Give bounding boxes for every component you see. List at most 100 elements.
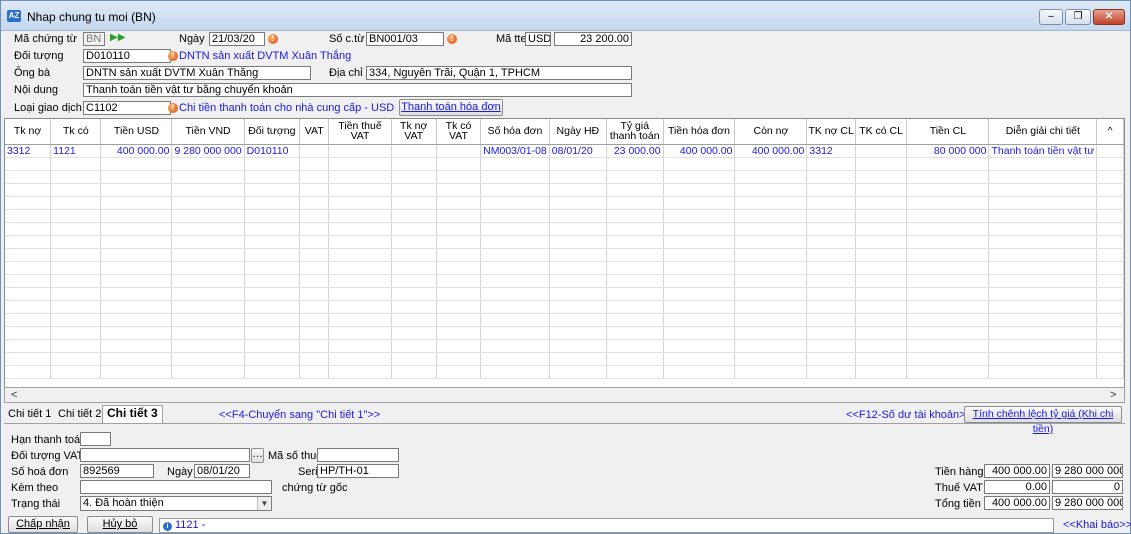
table-cell[interactable]: 3312 [806, 144, 856, 158]
ma-so-thue-field[interactable] [317, 448, 399, 462]
table-cell[interactable] [906, 339, 990, 353]
table-cell[interactable] [606, 157, 664, 171]
table-cell[interactable] [436, 313, 482, 327]
table-cell[interactable] [988, 157, 1098, 171]
table-cell[interactable] [328, 144, 392, 158]
table-row[interactable] [5, 157, 1124, 171]
table-cell[interactable] [855, 313, 908, 327]
table-cell[interactable] [328, 352, 392, 366]
table-cell[interactable] [480, 235, 550, 249]
table-cell[interactable] [734, 300, 808, 314]
table-cell[interactable] [806, 196, 856, 210]
tinh-chenh-lech-button[interactable]: Tính chênh lệch tỷ giá (Khi chi tiền) [964, 406, 1122, 435]
table-cell[interactable] [906, 248, 990, 262]
table-cell[interactable] [436, 235, 482, 249]
table-cell[interactable] [244, 261, 301, 275]
table-cell[interactable] [480, 274, 550, 288]
table-cell[interactable] [606, 313, 664, 327]
table-cell[interactable] [100, 326, 173, 340]
table-cell[interactable] [436, 352, 482, 366]
table-cell[interactable] [391, 287, 437, 301]
table-row[interactable] [5, 261, 1124, 275]
table-row[interactable] [5, 274, 1124, 288]
column-header[interactable]: VAT [299, 119, 330, 145]
table-cell[interactable] [171, 235, 245, 249]
table-cell[interactable] [436, 339, 482, 353]
table-cell[interactable] [606, 170, 664, 184]
table-cell[interactable] [100, 274, 173, 288]
table-cell[interactable] [328, 235, 392, 249]
table-cell[interactable] [663, 235, 736, 249]
next-arrow-icon[interactable]: ▶▶ [110, 32, 125, 43]
table-cell[interactable] [606, 365, 664, 379]
table-cell[interactable] [299, 157, 330, 171]
f12-link[interactable]: <<F12-Số dư tài khoản>> [846, 409, 972, 421]
table-cell[interactable] [549, 196, 607, 210]
table-cell[interactable] [480, 157, 550, 171]
table-cell[interactable] [1096, 196, 1124, 210]
table-cell[interactable] [480, 326, 550, 340]
table-cell[interactable] [549, 235, 607, 249]
table-cell[interactable] [1096, 274, 1124, 288]
table-cell[interactable] [480, 300, 550, 314]
table-cell[interactable] [906, 261, 990, 275]
table-cell[interactable] [734, 157, 808, 171]
table-cell[interactable] [299, 209, 330, 223]
table-row[interactable] [5, 183, 1124, 197]
column-header[interactable]: Tiền CL [906, 119, 990, 145]
table-cell[interactable] [171, 222, 245, 236]
table-cell[interactable] [1096, 209, 1124, 223]
tab-chi-tiet-3[interactable]: Chi tiết 3 [102, 405, 163, 424]
table-cell[interactable] [299, 300, 330, 314]
table-cell[interactable] [1096, 183, 1124, 197]
table-cell[interactable] [171, 339, 245, 353]
table-cell[interactable] [244, 365, 301, 379]
table-cell[interactable] [328, 183, 392, 197]
table-cell[interactable] [50, 209, 102, 223]
table-cell[interactable]: NM003/01-08 [480, 144, 550, 158]
table-cell[interactable] [100, 209, 173, 223]
table-cell[interactable] [299, 365, 330, 379]
table-cell[interactable] [299, 326, 330, 340]
table-cell[interactable] [1096, 313, 1124, 327]
table-cell[interactable] [606, 183, 664, 197]
thanh-toan-hoa-don-button[interactable]: Thanh toán hóa đơn [399, 99, 503, 116]
table-cell[interactable] [480, 248, 550, 262]
table-cell[interactable] [1096, 326, 1124, 340]
table-cell[interactable] [391, 352, 437, 366]
table-cell[interactable] [391, 339, 437, 353]
table-cell[interactable] [806, 352, 856, 366]
table-cell[interactable] [606, 300, 664, 314]
table-cell[interactable] [1096, 365, 1124, 379]
table-cell[interactable] [855, 339, 908, 353]
table-cell[interactable] [100, 235, 173, 249]
table-cell[interactable] [855, 365, 908, 379]
table-cell[interactable] [100, 183, 173, 197]
table-cell[interactable] [549, 339, 607, 353]
table-cell[interactable] [806, 313, 856, 327]
table-cell[interactable] [480, 313, 550, 327]
table-cell[interactable] [988, 235, 1098, 249]
table-cell[interactable] [806, 157, 856, 171]
table-cell[interactable] [549, 209, 607, 223]
detail-grid[interactable]: Tk nợ Tk có Tiền USD Tiền VND Đối tượng VAT Ti… [4, 118, 1125, 403]
table-cell[interactable] [328, 300, 392, 314]
table-cell[interactable] [100, 157, 173, 171]
table-cell[interactable] [5, 170, 52, 184]
table-cell[interactable] [244, 326, 301, 340]
table-cell[interactable] [50, 274, 102, 288]
table-cell[interactable] [50, 313, 102, 327]
table-cell[interactable] [299, 170, 330, 184]
table-cell[interactable] [855, 222, 908, 236]
table-cell[interactable] [663, 300, 736, 314]
table-cell[interactable] [549, 287, 607, 301]
table-cell[interactable] [663, 287, 736, 301]
table-cell[interactable] [436, 274, 482, 288]
table-cell[interactable] [806, 287, 856, 301]
table-cell[interactable] [391, 209, 437, 223]
table-cell[interactable] [5, 300, 52, 314]
table-cell[interactable] [50, 261, 102, 275]
table-cell[interactable] [299, 144, 330, 158]
table-cell[interactable] [50, 183, 102, 197]
table-cell[interactable] [906, 209, 990, 223]
